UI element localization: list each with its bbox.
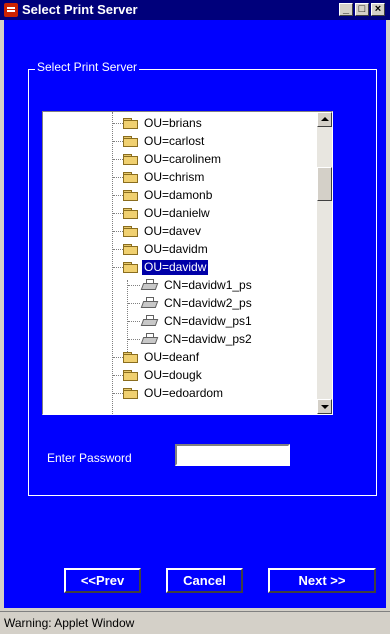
- tree-item-label: OU=deanf: [144, 350, 200, 364]
- tree-item-cn[interactable]: CN=davidw1_ps: [43, 277, 332, 295]
- tree-item-label: OU=davidw: [142, 260, 209, 275]
- window-title: Select Print Server: [22, 2, 138, 17]
- tree-item-ou[interactable]: OU=chrism: [43, 169, 332, 187]
- tree-connector: [113, 141, 123, 142]
- status-bar: Warning: Applet Window: [0, 611, 390, 634]
- tree-connector: [113, 267, 123, 268]
- java-app-icon: [4, 3, 18, 17]
- scroll-up-button[interactable]: [317, 112, 332, 127]
- tree-item-ou[interactable]: OU=carlost: [43, 133, 332, 151]
- folder-icon: [123, 136, 139, 148]
- tree-connector: [113, 123, 123, 124]
- tree-connector: [128, 321, 140, 322]
- next-button[interactable]: Next >>: [268, 568, 376, 593]
- printer-icon: [140, 314, 159, 328]
- folder-icon: [123, 352, 139, 364]
- close-button[interactable]: ×: [371, 3, 385, 16]
- tree-item-label: CN=davidw2_ps: [164, 296, 252, 310]
- tree-item-cn[interactable]: CN=davidw2_ps: [43, 295, 332, 313]
- tree-connector: [113, 231, 123, 232]
- folder-icon: [123, 370, 139, 382]
- printer-icon: [140, 278, 159, 292]
- tree-item-label: OU=danielw: [144, 206, 210, 220]
- scroll-down-button[interactable]: [317, 399, 332, 414]
- status-text: Warning: Applet Window: [4, 616, 135, 630]
- tree-item-label: OU=brians: [144, 116, 202, 130]
- tree-connector: [113, 393, 123, 394]
- password-field[interactable]: [175, 444, 290, 466]
- tree-item-ou[interactable]: OU=carolinem: [43, 151, 332, 169]
- tree-item-cn[interactable]: CN=davidw_ps2: [43, 331, 332, 349]
- folder-icon: [123, 208, 139, 220]
- password-label: Enter Password: [47, 451, 132, 465]
- tree-item-label: OU=dougk: [144, 368, 202, 382]
- applet-window: Select Print Server _ □ × Select Print S…: [0, 0, 390, 634]
- tree-connector: [113, 177, 123, 178]
- tree-item-ou[interactable]: OU=danielw: [43, 205, 332, 223]
- tree-item-ou[interactable]: OU=brians: [43, 115, 332, 133]
- tree-connector: [113, 213, 123, 214]
- tree-item-ou[interactable]: OU=davidw: [43, 259, 332, 277]
- tree-item-ou[interactable]: OU=deanf: [43, 349, 332, 367]
- tree-connector: [128, 285, 140, 286]
- print-server-tree[interactable]: OU=brians OU=carlost OU=carolinem OU=chrism…: [42, 111, 333, 415]
- maximize-button[interactable]: □: [355, 3, 369, 16]
- tree-item-cn[interactable]: CN=davidw_ps1: [43, 313, 332, 331]
- tree-connector: [128, 303, 140, 304]
- tree-item-ou[interactable]: OU=edoardom: [43, 385, 332, 403]
- cancel-button[interactable]: Cancel: [166, 568, 243, 593]
- tree-item-label: CN=davidw_ps2: [164, 332, 252, 346]
- tree-item-ou[interactable]: OU=davev: [43, 223, 332, 241]
- tree-item-label: OU=damonb: [144, 188, 213, 202]
- tree-connector: [113, 357, 123, 358]
- tree-connector: [113, 159, 123, 160]
- folder-icon: [123, 226, 139, 238]
- tree-item-label: OU=davidm: [144, 242, 208, 256]
- tree-scrollbar[interactable]: [317, 112, 332, 414]
- tree-item-label: OU=davev: [144, 224, 202, 238]
- prev-button[interactable]: <<Prev: [64, 568, 141, 593]
- tree-item-ou[interactable]: OU=damonb: [43, 187, 332, 205]
- tree-item-label: OU=chrism: [144, 170, 205, 184]
- printer-icon: [140, 332, 159, 346]
- tree-connector: [128, 339, 140, 340]
- printer-icon: [140, 296, 159, 310]
- tree-item-label: OU=carlost: [144, 134, 205, 148]
- folder-icon: [123, 190, 139, 202]
- tree-connector: [113, 195, 123, 196]
- tree-item-ou[interactable]: OU=davidm: [43, 241, 332, 259]
- groupbox-title: Select Print Server: [35, 60, 140, 74]
- tree-item-label: CN=davidw_ps1: [164, 314, 252, 328]
- scroll-thumb[interactable]: [317, 167, 332, 201]
- minimize-button[interactable]: _: [339, 3, 353, 16]
- tree-item-label: CN=davidw1_ps: [164, 278, 252, 292]
- tree-item-ou[interactable]: OU=dougk: [43, 367, 332, 385]
- folder-icon: [123, 244, 139, 256]
- tree-connector: [113, 375, 123, 376]
- title-bar[interactable]: Select Print Server _ □ ×: [0, 0, 390, 20]
- folder-icon: [123, 154, 139, 166]
- folder-icon: [123, 172, 139, 184]
- folder-icon: [123, 118, 139, 130]
- folder-icon: [123, 388, 139, 400]
- tree-item-label: OU=edoardom: [144, 386, 224, 400]
- folder-icon: [123, 262, 139, 274]
- tree-connector: [113, 249, 123, 250]
- tree-item-label: OU=carolinem: [144, 152, 222, 166]
